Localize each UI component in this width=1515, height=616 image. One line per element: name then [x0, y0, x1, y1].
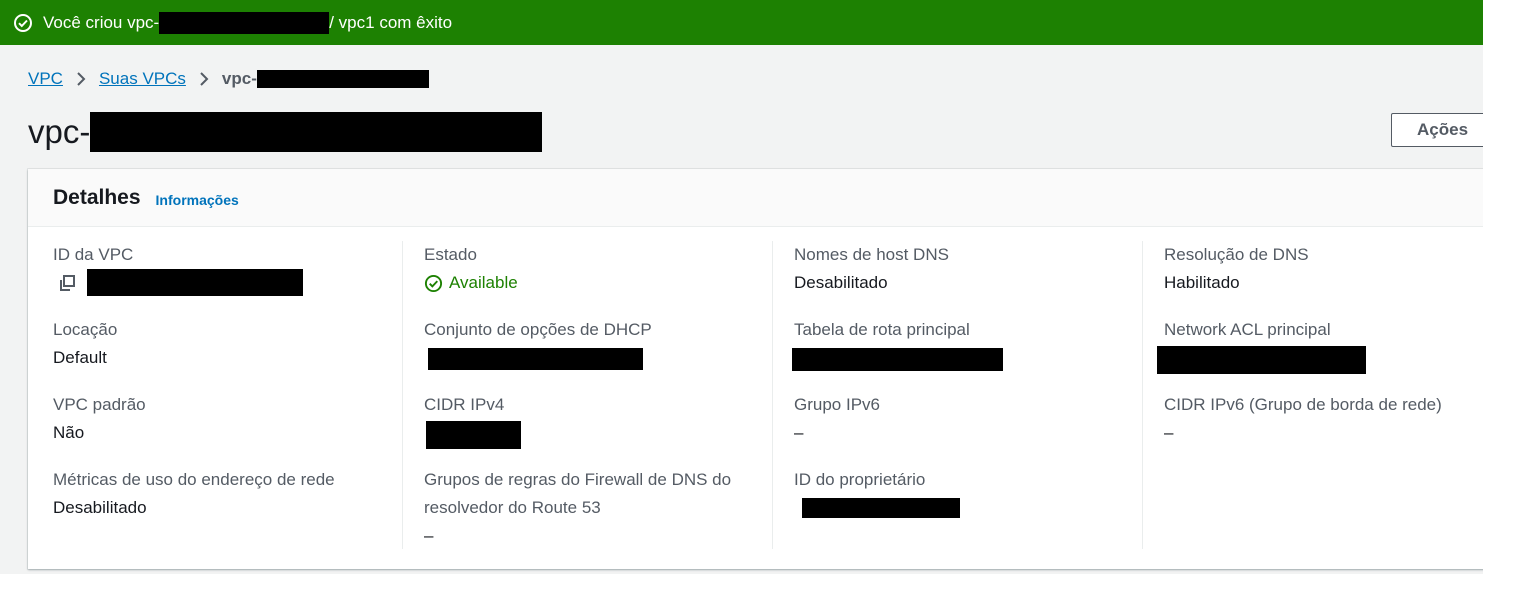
field-usage-metrics: Métricas de uso do endereço de rede Desa… [53, 466, 335, 522]
usage-metrics-value: Desabilitado [53, 498, 147, 517]
flash-message-suffix: / vpc1 com êxito [329, 12, 453, 32]
redacted-block [792, 348, 1003, 371]
caret-down-icon: ▼ [1482, 123, 1483, 138]
field-vpc-id: ID da VPC [53, 241, 303, 296]
success-flash-banner: Você criou vpc- / vpc1 com êxito [0, 0, 1483, 45]
field-default-vpc: VPC padrão Não [53, 391, 146, 447]
state-text: Available [449, 273, 518, 292]
field-main-network-acl: Network ACL principal [1157, 316, 1366, 374]
page-title-prefix: vpc- [28, 113, 91, 150]
page-title: vpc- [28, 110, 543, 154]
usage-metrics-label: Métricas de uso do endereço de rede [53, 470, 335, 489]
route53-firewall-value: – [424, 526, 434, 545]
state-value: Available [424, 269, 518, 297]
owner-id-label: ID do proprietário [794, 470, 926, 489]
tenancy-label: Locação [53, 320, 118, 339]
redacted-block [428, 348, 643, 370]
cidr-ipv6-value: – [1164, 423, 1174, 442]
vpc-id-value [53, 269, 303, 296]
redacted-block [802, 498, 960, 518]
info-link[interactable]: Informações [156, 192, 239, 208]
breadcrumb-current-prefix: vpc- [221, 69, 257, 88]
details-heading: Detalhes [53, 185, 141, 209]
dhcp-options-value[interactable] [424, 344, 652, 370]
route53-firewall-label: Grupos de regras do Firewall de DNS do r… [424, 470, 732, 517]
breadcrumb-vpc[interactable]: VPC [28, 69, 63, 89]
field-ipv6-pool: Grupo IPv6 – [794, 391, 880, 447]
state-label: Estado [424, 245, 477, 264]
details-column-4: Resolução de DNS Habilitado Network ACL … [1142, 241, 1483, 549]
redacted-block [90, 112, 543, 152]
field-route53-firewall: Grupos de regras do Firewall de DNS do r… [424, 466, 754, 550]
default-vpc-value: Não [53, 423, 85, 442]
field-cidr-ipv6: CIDR IPv6 (Grupo de borda de rede) – [1164, 391, 1442, 447]
flash-message-prefix: Você criou vpc- [43, 12, 160, 32]
field-dns-resolution: Resolução de DNS Habilitado [1164, 241, 1309, 297]
redacted-block [159, 11, 330, 34]
dhcp-options-label: Conjunto de opções de DHCP [424, 320, 652, 339]
actions-button-label: Ações [1417, 120, 1469, 139]
ipv6-pool-value: – [794, 423, 804, 442]
field-owner-id: ID do proprietário [794, 466, 960, 518]
actions-dropdown-button[interactable]: Ações ▼ [1391, 113, 1483, 147]
dns-resolution-value: Habilitado [1164, 273, 1240, 292]
redacted-block [1157, 346, 1366, 374]
cidr-ipv4-value [424, 419, 521, 449]
chevron-right-icon [76, 71, 86, 87]
chevron-right-icon [199, 71, 209, 87]
vpc-id-label: ID da VPC [53, 245, 134, 264]
tenancy-value: Default [53, 348, 107, 367]
redacted-block [256, 70, 429, 88]
details-column-3: Nomes de host DNS Desabilitado Tabela de… [772, 241, 1142, 549]
field-tenancy: Locação Default [53, 316, 117, 372]
breadcrumb: VPC Suas VPCs vpc- [28, 67, 429, 91]
redacted-block [426, 421, 521, 449]
copy-icon[interactable] [57, 273, 77, 293]
redacted-block [87, 269, 303, 296]
details-column-2: Estado Available Conjunto de opções de D… [402, 241, 772, 549]
check-circle-icon [13, 13, 33, 33]
owner-id-value [794, 494, 960, 518]
dns-hostnames-value: Desabilitado [794, 273, 888, 292]
field-dns-hostnames: Nomes de host DNS Desabilitado [794, 241, 949, 297]
cidr-ipv6-label: CIDR IPv6 (Grupo de borda de rede) [1164, 395, 1442, 414]
field-cidr-ipv4: CIDR IPv4 [424, 391, 521, 449]
ipv6-pool-label: Grupo IPv6 [794, 395, 880, 414]
breadcrumb-your-vpcs[interactable]: Suas VPCs [99, 69, 186, 89]
default-vpc-label: VPC padrão [53, 395, 146, 414]
breadcrumb-current: vpc- [222, 69, 429, 89]
status-available-icon [424, 274, 443, 293]
main-network-acl-label: Network ACL principal [1164, 320, 1331, 339]
dns-resolution-label: Resolução de DNS [1164, 245, 1309, 264]
details-column-1: ID da VPC Locação Default VPC padrão Não… [28, 241, 398, 549]
dns-hostnames-label: Nomes de host DNS [794, 245, 949, 264]
main-route-table-value[interactable] [792, 344, 1003, 371]
vpc-details-page: Você criou vpc- / vpc1 com êxito VPC Sua… [0, 0, 1483, 574]
field-dhcp-options: Conjunto de opções de DHCP [424, 316, 652, 370]
main-network-acl-value[interactable] [1157, 344, 1366, 374]
details-panel-header: Detalhes Informações [28, 169, 1483, 227]
details-panel: Detalhes Informações ID da VPC Locação D… [28, 169, 1483, 569]
field-state: Estado Available [424, 241, 518, 297]
main-route-table-label: Tabela de rota principal [794, 320, 970, 339]
field-main-route-table: Tabela de rota principal [792, 316, 1003, 371]
cidr-ipv4-label: CIDR IPv4 [424, 395, 505, 414]
